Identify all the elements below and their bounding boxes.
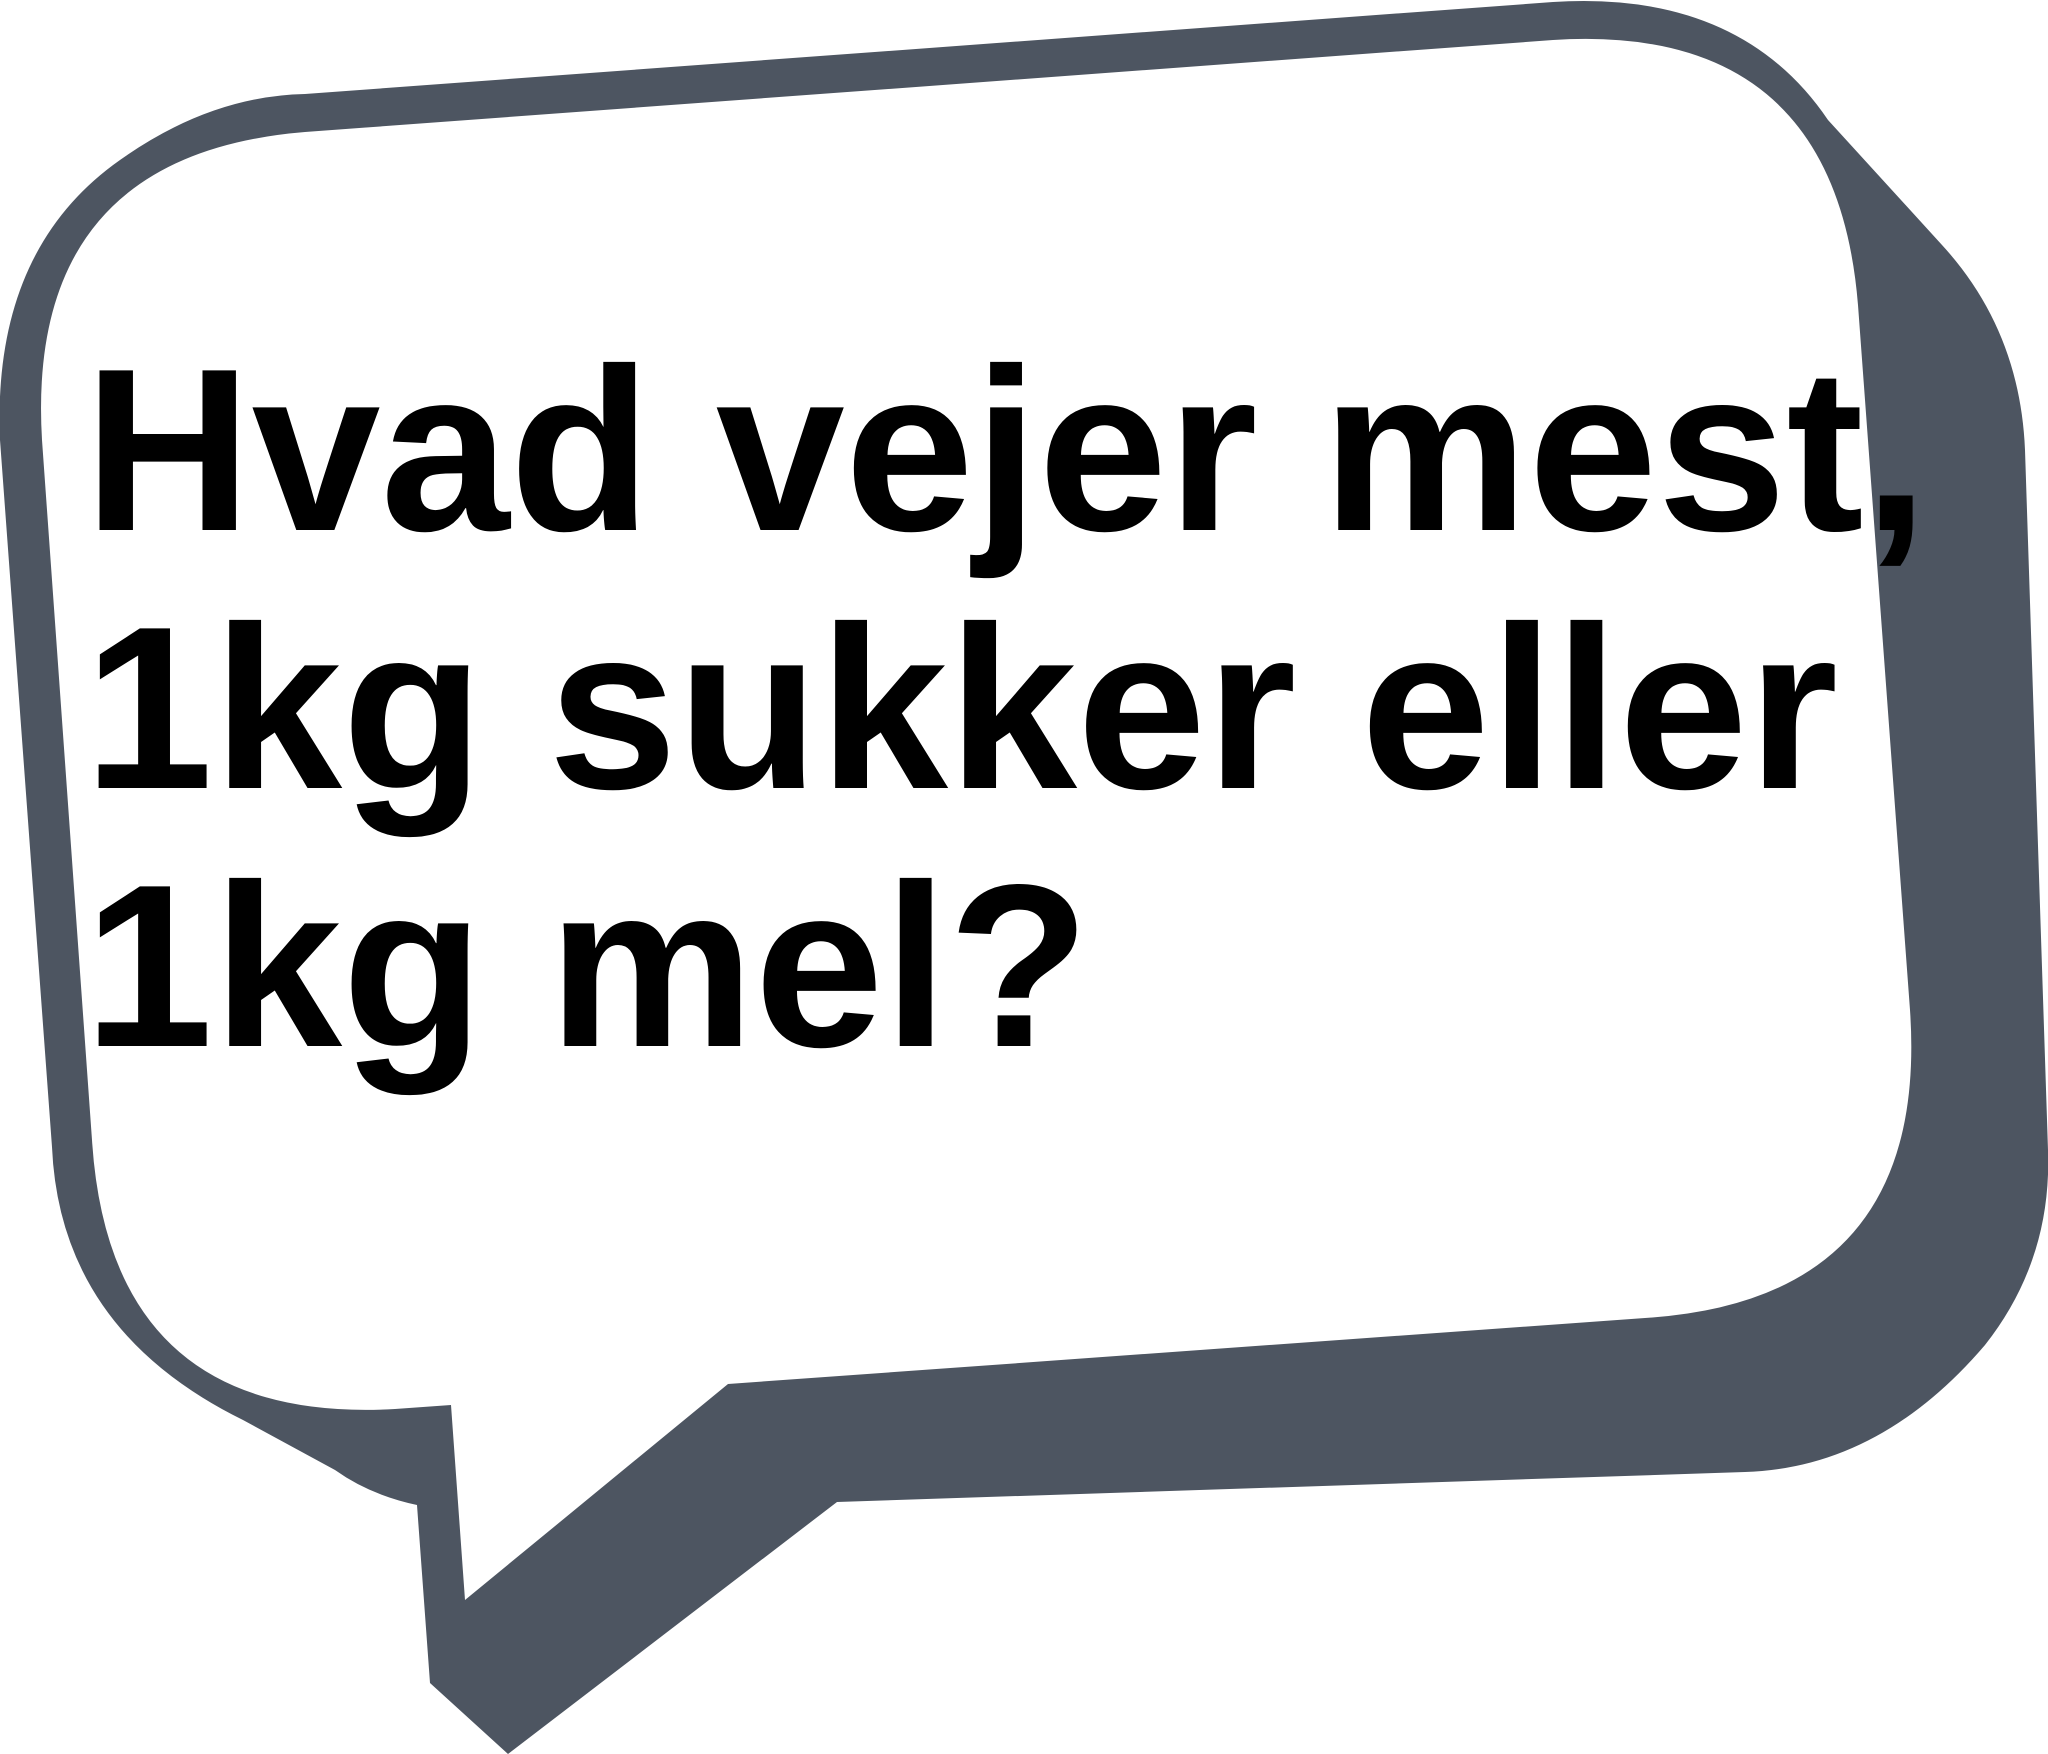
question-line-1: Hvad vejer mest, — [84, 321, 1929, 580]
question-line-2: 1kg sukker eller — [84, 579, 1839, 838]
question-text: Hvad vejer mest, 1kg sukker eller 1kg me… — [84, 321, 1929, 1096]
question-line-3: 1kg mel? — [84, 837, 1090, 1096]
